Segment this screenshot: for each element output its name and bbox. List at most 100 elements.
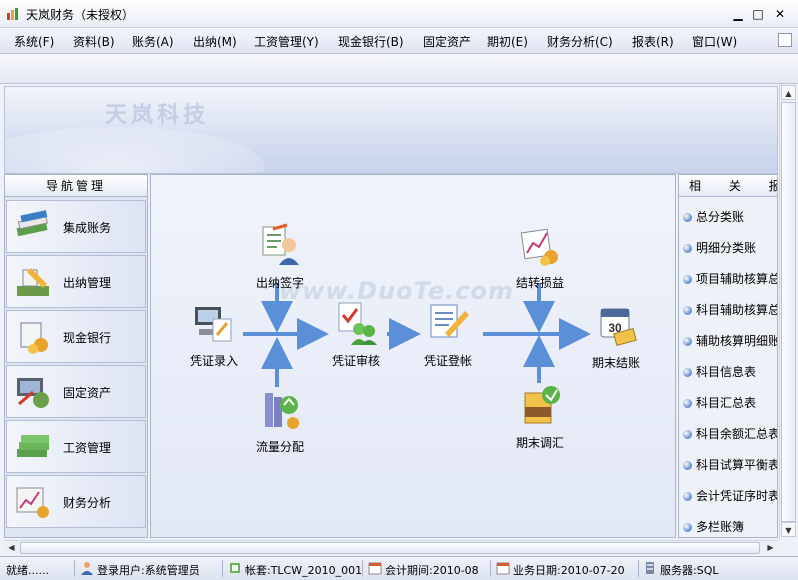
status-period: 会计期间:2010-08: [385, 564, 479, 577]
period-adjust-icon: [524, 386, 560, 424]
nav-header: 导航管理: [5, 175, 147, 197]
related-item[interactable]: 科目余额汇总表: [683, 425, 777, 443]
nav-item-label: 工资管理: [63, 441, 112, 455]
node-label: 凭证登帐: [423, 354, 472, 368]
related-item-label: 科目信息表: [696, 365, 757, 379]
menu-payroll[interactable]: 工资管理(Y): [254, 33, 319, 50]
related-item[interactable]: 科目信息表: [683, 363, 756, 381]
close-button[interactable]: ✕: [772, 6, 788, 22]
node-label: 流量分配: [255, 440, 304, 454]
related-item[interactable]: 总分类账: [683, 208, 744, 226]
menu-data[interactable]: 资料(B): [73, 33, 115, 50]
bullet-icon: [683, 368, 692, 377]
status-bar: 就绪...... 登录用户:系统管理员 帐套:TLCW_2010_001 会计期…: [0, 556, 798, 580]
menu-cashier[interactable]: 出纳(M): [193, 33, 237, 50]
nav-item-label: 现金银行: [63, 331, 112, 345]
audit-users-icon: [338, 302, 377, 345]
bullet-icon: [683, 399, 692, 408]
nav-item-cash-bank[interactable]: 现金银行: [6, 310, 146, 363]
status-ready: 就绪......: [6, 564, 49, 577]
related-item-label: 科目试算平衡表: [696, 458, 778, 472]
minimize-button[interactable]: ▁: [730, 6, 746, 22]
bullet-icon: [683, 461, 692, 470]
menu-analysis[interactable]: 财务分析(C): [547, 33, 613, 50]
related-item[interactable]: 多栏账簿: [683, 518, 744, 536]
scroll-up-icon[interactable]: ▲: [781, 85, 796, 100]
banner: 天岚科技: [4, 86, 778, 174]
menu-fixed-assets[interactable]: 固定资产: [423, 33, 471, 50]
analysis-chart-icon: [16, 487, 49, 518]
node-cashier-sign[interactable]: 出纳签字: [245, 223, 315, 291]
related-item[interactable]: 项目辅助核算总: [683, 270, 777, 288]
divider: [74, 560, 75, 577]
related-item-label: 辅助核算明细账: [696, 334, 778, 348]
scroll-right-icon[interactable]: ▶: [763, 541, 778, 555]
node-period-adjust[interactable]: 期末调汇: [505, 383, 575, 451]
bullet-icon: [683, 244, 692, 253]
divider: [490, 560, 491, 577]
menu-window[interactable]: 窗口(W): [692, 33, 737, 50]
node-voucher-entry[interactable]: 凭证录入: [179, 301, 249, 369]
scroll-down-icon[interactable]: ▼: [781, 522, 796, 537]
scroll-thumb[interactable]: [20, 542, 760, 554]
node-label: 期末结账: [591, 356, 640, 370]
divider: [222, 560, 223, 577]
related-item[interactable]: 会计凭证序时表: [683, 487, 778, 505]
node-label: 期末调汇: [515, 436, 564, 450]
related-item[interactable]: 辅助核算明细账: [683, 332, 778, 350]
node-transfer-pl[interactable]: 结转损益: [505, 223, 575, 291]
related-header: 相 关 报: [679, 175, 777, 197]
books-icon: [16, 210, 48, 237]
related-item-label: 总分类账: [696, 210, 745, 224]
nav-item-payroll[interactable]: 工资管理: [6, 420, 146, 473]
title-bar: 天岚财务（未授权） ▁ □ ✕: [0, 0, 798, 28]
node-voucher-post[interactable]: 凭证登帐: [413, 301, 483, 369]
vertical-scrollbar[interactable]: ▲ ▼: [779, 84, 796, 540]
maximize-button[interactable]: □: [750, 6, 766, 22]
user-icon: [81, 562, 93, 575]
bank-icon: [20, 322, 48, 354]
bullet-icon: [683, 337, 692, 346]
bullet-icon: [683, 213, 692, 222]
ledger-pencil-icon: [430, 304, 469, 338]
nav-item-financial-analysis[interactable]: 财务分析: [6, 475, 146, 528]
nav-item-fixed-assets[interactable]: 固定资产: [6, 365, 146, 418]
related-item-label: 明细分类账: [696, 241, 757, 255]
menu-opening[interactable]: 期初(E): [487, 33, 528, 50]
related-item-label: 科目辅助核算总: [696, 303, 778, 317]
computer-asset-icon: [17, 378, 49, 408]
related-item-label: 会计凭证序时表: [696, 489, 778, 503]
node-voucher-audit[interactable]: 凭证审核: [321, 301, 391, 369]
menu-system[interactable]: 系统(F): [14, 33, 54, 50]
nav-item-cashier[interactable]: 出纳管理: [6, 255, 146, 308]
computer-pencil-icon: [195, 307, 232, 342]
node-cash-flow[interactable]: 流量分配: [245, 387, 315, 455]
toolbar: [0, 54, 798, 84]
bullet-icon: [683, 523, 692, 532]
navigation-panel: 导航管理 集成账务 出纳管理 现金银行 固定资产 工资管理 财务分析: [4, 174, 148, 538]
nav-item-label: 集成账务: [63, 221, 112, 235]
related-item[interactable]: 科目汇总表: [683, 394, 756, 412]
cashier-icon: [17, 268, 49, 296]
money-stack-icon: [17, 435, 49, 457]
bullet-icon: [683, 275, 692, 284]
status-business-date: 业务日期:2010-07-20: [513, 564, 625, 577]
scroll-left-icon[interactable]: ◀: [4, 541, 19, 555]
related-item[interactable]: 科目辅助核算总: [683, 301, 778, 319]
related-item[interactable]: 明细分类账: [683, 239, 756, 257]
restore-icon[interactable]: [778, 33, 792, 47]
related-item-label: 多栏账簿: [696, 520, 745, 534]
menu-cash-bank[interactable]: 现金银行(B): [338, 33, 404, 50]
horizontal-scrollbar[interactable]: ◀ ▶: [4, 540, 778, 555]
related-item[interactable]: 科目试算平衡表: [683, 456, 778, 474]
nav-item-integrated-accounts[interactable]: 集成账务: [6, 200, 146, 253]
cashier-signature-icon: [262, 223, 299, 265]
node-period-close[interactable]: 30 期末结账: [581, 303, 651, 371]
node-label: 出纳签字: [255, 276, 304, 290]
status-account: 帐套:TLCW_2010_001: [245, 564, 363, 577]
menu-reports[interactable]: 报表(R): [632, 33, 674, 50]
calendar-close-icon: 30: [600, 308, 637, 346]
menu-accounts[interactable]: 账务(A): [132, 33, 174, 50]
scroll-thumb[interactable]: [781, 102, 796, 522]
flow-allocation-icon: [265, 393, 299, 429]
